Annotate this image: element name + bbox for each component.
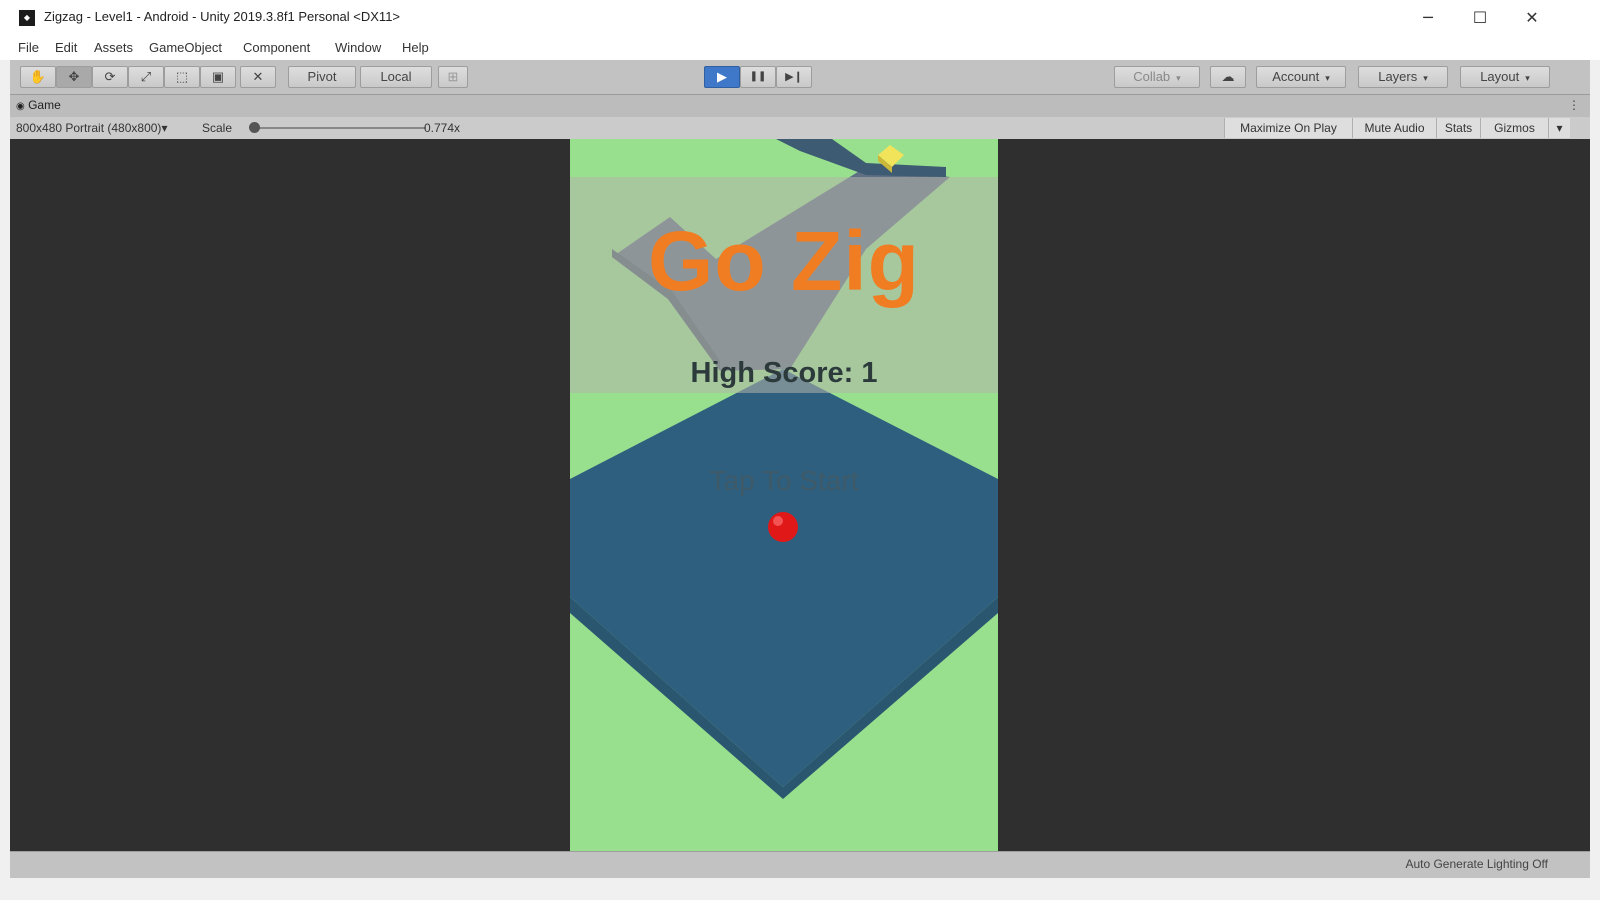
menu-edit[interactable]: Edit: [55, 40, 77, 55]
chevron-down-icon: ▾: [1325, 73, 1330, 83]
tab-menu-icon[interactable]: ⋮: [1568, 98, 1580, 112]
custom-tool-button[interactable]: ✕: [240, 66, 276, 88]
resolution-dropdown[interactable]: 800x480 Portrait (480x800)▾: [16, 121, 167, 135]
menu-window[interactable]: Window: [335, 40, 381, 55]
chevron-down-icon: ▾: [1423, 73, 1428, 83]
move-tool-icon: ✥: [68, 69, 80, 84]
gizmos-dropdown[interactable]: ▾: [1548, 118, 1570, 138]
step-button[interactable]: ▶❙: [776, 66, 812, 88]
menu-assets[interactable]: Assets: [94, 40, 133, 55]
chevron-down-icon: ▾: [161, 121, 168, 135]
play-icon: ▶: [717, 69, 727, 84]
pause-button[interactable]: ❚❚: [740, 66, 776, 88]
stats-toggle[interactable]: Stats: [1436, 118, 1480, 138]
high-score-label: High Score: 1: [690, 357, 878, 389]
menu-file[interactable]: File: [18, 40, 39, 55]
menu-gameobject[interactable]: GameObject: [149, 40, 222, 55]
scale-value: 0.774x: [424, 121, 461, 135]
window-bottom-edge: [0, 878, 1600, 900]
game-view-toolbar: 800x480 Portrait (480x800)▾ Scale 0.774x…: [10, 117, 1590, 140]
collab-dropdown[interactable]: Collab ▾: [1114, 66, 1200, 88]
layers-dropdown[interactable]: Layers ▾: [1358, 66, 1448, 88]
title-bar: ◆ Zigzag - Level1 - Android - Unity 2019…: [0, 0, 1600, 36]
hand-tool-icon: ✋: [29, 69, 47, 84]
maximize-on-play-toggle[interactable]: Maximize On Play: [1224, 118, 1352, 138]
grid-snap-icon: ⊞: [447, 69, 459, 84]
step-icon: ▶❙: [785, 71, 803, 83]
tab-game-label: Game: [28, 98, 61, 112]
rect-tool-button[interactable]: ⬚: [164, 66, 200, 88]
chevron-down-icon: ▾: [1176, 73, 1181, 83]
move-tool-button[interactable]: ✥: [56, 66, 92, 88]
platform-top: [570, 369, 998, 787]
mute-audio-toggle[interactable]: Mute Audio: [1352, 118, 1436, 138]
chevron-down-icon: ▾: [1525, 73, 1530, 83]
layout-dropdown[interactable]: Layout ▾: [1460, 66, 1550, 88]
layout-label: Layout: [1480, 69, 1520, 84]
lighting-status: Auto Generate Lighting Off: [1405, 857, 1548, 871]
game-tab-bar: ◉ Game ⋮: [10, 95, 1590, 118]
play-button[interactable]: ▶: [704, 66, 740, 88]
scale-slider-thumb[interactable]: [249, 122, 260, 133]
window-title: Zigzag - Level1 - Android - Unity 2019.3…: [44, 9, 401, 24]
layers-label: Layers: [1378, 69, 1418, 84]
game-screen[interactable]: Go Zig High Score: 1 Tap To Start: [570, 139, 998, 851]
account-label: Account: [1272, 69, 1320, 84]
account-dropdown[interactable]: Account ▾: [1256, 66, 1346, 88]
tab-game[interactable]: ◉ Game: [16, 98, 61, 112]
ball: [768, 512, 798, 542]
collab-label: Collab: [1133, 69, 1171, 84]
scale-tool-button[interactable]: ⤢: [128, 66, 164, 88]
pause-icon: ❚❚: [749, 71, 767, 82]
local-toggle[interactable]: Local: [360, 66, 432, 88]
upper-path: [776, 139, 946, 177]
chevron-down-icon: ▾: [1556, 121, 1563, 135]
transform-tool-icon: ▣: [211, 69, 225, 84]
transform-tool-button[interactable]: ▣: [200, 66, 236, 88]
menu-help[interactable]: Help: [402, 40, 429, 55]
maximize-button[interactable]: ☐: [1458, 4, 1502, 32]
rect-tool-icon: ⬚: [175, 69, 189, 84]
pivot-label: Pivot: [307, 69, 337, 84]
gizmos-toggle[interactable]: Gizmos: [1480, 118, 1548, 138]
game-controller-icon: ◉: [16, 101, 25, 112]
minimize-button[interactable]: ─: [1406, 4, 1450, 32]
rotate-tool-button[interactable]: ⟳: [92, 66, 128, 88]
status-bar: Auto Generate Lighting Off: [10, 851, 1590, 878]
cloud-icon: ☁: [1221, 69, 1235, 84]
unity-icon: ◆: [19, 10, 35, 26]
toolbar: ✋ ✥ ⟳ ⤢ ⬚ ▣ ✕ Pivot Local ⊞ ▶ ❚❚ ▶❙ Coll…: [10, 60, 1590, 95]
game-title: Go Zig: [648, 214, 920, 308]
snap-button[interactable]: ⊞: [438, 66, 468, 88]
hand-tool-button[interactable]: ✋: [20, 66, 56, 88]
pivot-toggle[interactable]: Pivot: [288, 66, 356, 88]
menu-bar: File Edit Assets GameObject Component Wi…: [0, 36, 1600, 60]
tap-to-start-prompt[interactable]: Tap To Start: [570, 465, 998, 497]
scale-slider[interactable]: [254, 127, 426, 129]
cloud-button[interactable]: ☁: [1210, 66, 1246, 88]
resolution-label: 800x480 Portrait (480x800): [16, 121, 162, 135]
rotate-tool-icon: ⟳: [104, 69, 116, 84]
ball-highlight: [773, 516, 783, 526]
custom-tool-icon: ✕: [252, 69, 264, 84]
scale-label: Scale: [202, 121, 233, 135]
local-label: Local: [380, 69, 412, 84]
scale-tool-icon: ⤢: [140, 69, 152, 84]
menu-component[interactable]: Component: [243, 40, 310, 55]
close-button[interactable]: ✕: [1510, 4, 1554, 32]
